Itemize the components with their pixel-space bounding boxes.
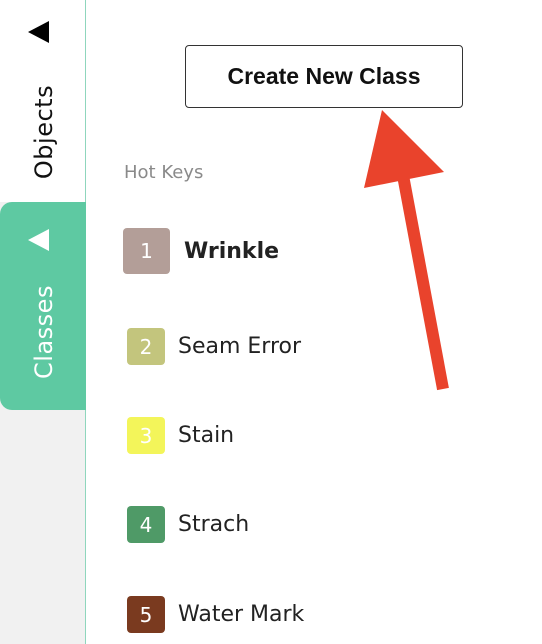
- annotation-arrow-icon: [364, 110, 449, 391]
- class-item-wrinkle[interactable]: 1 Wrinkle: [123, 228, 279, 274]
- app: Objects Classes Create New Class Hot Key…: [0, 0, 542, 644]
- hotkey-badge: 1: [123, 228, 170, 274]
- class-name: Wrinkle: [184, 238, 280, 264]
- hotkey-badge: 4: [127, 506, 165, 543]
- class-name: Seam Error: [178, 334, 302, 359]
- triangle-left-icon: [28, 229, 49, 251]
- class-name: Strach: [178, 512, 250, 537]
- tab-classes[interactable]: Classes: [0, 202, 86, 410]
- class-item-seam-error[interactable]: 2 Seam Error: [127, 328, 301, 365]
- class-item-strach[interactable]: 4 Strach: [127, 506, 249, 543]
- hotkey-badge: 2: [127, 328, 165, 365]
- hotkey-badge: 5: [127, 596, 165, 633]
- hot-keys-heading: Hot Keys: [124, 162, 204, 183]
- tab-objects-label: Objects: [30, 84, 59, 180]
- create-new-class-button[interactable]: Create New Class: [185, 45, 463, 108]
- class-item-stain[interactable]: 3 Stain: [127, 417, 234, 454]
- class-name: Stain: [178, 423, 235, 448]
- class-item-water-mark[interactable]: 5 Water Mark: [127, 596, 304, 633]
- side-tab-strip: Objects Classes: [0, 0, 86, 644]
- tab-classes-label: Classes: [30, 285, 59, 379]
- triangle-left-icon: [28, 21, 49, 43]
- class-name: Water Mark: [178, 602, 305, 627]
- hotkey-badge: 3: [127, 417, 165, 454]
- tab-objects[interactable]: Objects: [0, 0, 86, 202]
